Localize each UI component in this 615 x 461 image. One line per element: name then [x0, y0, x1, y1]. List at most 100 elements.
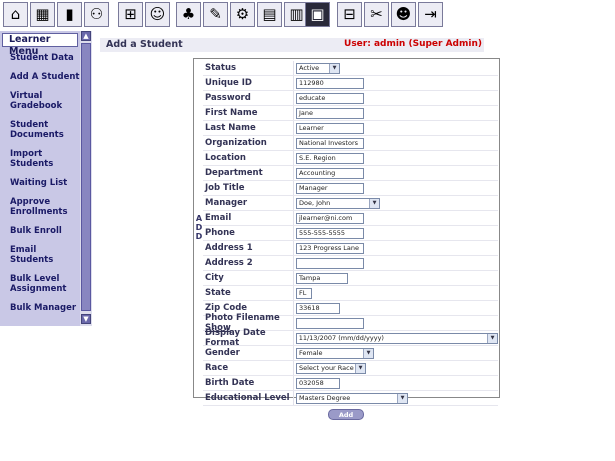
gradebook-icon[interactable]: ▦ — [30, 2, 55, 27]
row-education: Educational Level Masters Degree ▼ — [203, 391, 498, 406]
toolbar-group-3: ♣ ✎ ⚙ ▤ ▥ — [176, 2, 309, 28]
race-select[interactable]: Select your Race ▼ — [296, 362, 366, 374]
network-icon[interactable]: ⊟ — [337, 2, 362, 27]
row-last-name: Last Name Learner — [203, 121, 498, 136]
row-address1: Address 1 123 Progress Lane — [203, 241, 498, 256]
menu-item-email-students[interactable]: Email Students — [0, 245, 55, 265]
race-label: Race — [205, 363, 229, 373]
add-student-form: A D D Status Active ▼ Unique ID 112980 Pa… — [193, 58, 500, 406]
photo-field[interactable] — [296, 317, 364, 329]
toolbar: ⌂ ▦ ▮ ⚇ ⊞ ☺ ♣ ✎ ⚙ ▤ ▥ ▣ ⊟ ✂ ☻ ⇥ — [0, 0, 615, 30]
password-field[interactable]: educate — [296, 92, 364, 104]
date-format-label: Display Date Format — [205, 328, 266, 348]
row-manager: Manager Doe, John ▼ — [203, 196, 498, 211]
last-name-label: Last Name — [205, 123, 256, 133]
books-icon[interactable]: ▤ — [257, 2, 282, 27]
department-label: Department — [205, 168, 263, 178]
organization-field[interactable]: National Investors — [296, 137, 364, 149]
people-icon[interactable]: ⚇ — [84, 2, 109, 27]
row-unique-id: Unique ID 112980 — [203, 76, 498, 91]
state-label: State — [205, 288, 231, 298]
logout-icon[interactable]: ⇥ — [418, 2, 443, 27]
group-icon[interactable]: ♣ — [176, 2, 201, 27]
row-organization: Organization National Investors — [203, 136, 498, 151]
row-email: Email jlearner@ni.com — [203, 211, 498, 226]
menu-item-approve-enrollments[interactable]: Approve Enrollments — [0, 197, 70, 217]
job-title-field[interactable]: Manager — [296, 182, 364, 194]
row-status: Status Active ▼ — [203, 61, 498, 76]
tools-icon[interactable]: ⚙ — [230, 2, 255, 27]
status-select[interactable]: Active ▼ — [296, 62, 340, 74]
scissors-icon[interactable]: ✂ — [364, 2, 389, 27]
pen-icon[interactable]: ✎ — [203, 2, 228, 27]
organization-label: Organization — [205, 138, 267, 148]
users-icon[interactable]: ☺ — [145, 2, 170, 27]
address1-field[interactable]: 123 Progress Lane — [296, 242, 364, 254]
row-state: State FL — [203, 286, 498, 301]
toolbar-group-2: ⊞ ☺ — [118, 2, 170, 28]
password-label: Password — [205, 93, 251, 103]
menu-item-waiting-list[interactable]: Waiting List — [0, 178, 80, 188]
add-button[interactable]: Add — [328, 409, 364, 420]
department-field[interactable]: Accounting — [296, 167, 364, 179]
org-chart-icon[interactable]: ⊞ — [118, 2, 143, 27]
row-address2: Address 2 — [203, 256, 498, 271]
city-field[interactable]: Tampa — [296, 272, 348, 284]
email-field[interactable]: jlearner@ni.com — [296, 212, 364, 224]
row-date-format: Display Date Format 11/13/2007 (mm/dd/yy… — [203, 328, 498, 348]
birth-date-field[interactable]: 032058 — [296, 377, 340, 389]
manager-label: Manager — [205, 198, 248, 208]
gender-select[interactable]: Female ▼ — [296, 347, 374, 359]
row-gender: Gender Female ▼ — [203, 346, 498, 361]
row-password: Password educate — [203, 91, 498, 106]
first-name-label: First Name — [205, 108, 258, 118]
education-label: Educational Level — [205, 393, 290, 403]
sidebar-scrollbar[interactable]: ▲ ▼ — [80, 31, 92, 326]
phone-label: Phone — [205, 228, 235, 238]
row-location: Location S.E. Region — [203, 151, 498, 166]
menu-item-add-student[interactable]: Add A Student — [0, 72, 80, 82]
address2-field[interactable] — [296, 257, 364, 269]
manager-select[interactable]: Doe, John ▼ — [296, 197, 380, 209]
row-birth-date: Birth Date 032058 — [203, 376, 498, 391]
admin-icon[interactable]: ☻ — [391, 2, 416, 27]
menu-items: Student Data Add A Student Virtual Grade… — [0, 47, 80, 313]
title-bar: Add a Student User: admin (Super Admin) — [100, 38, 484, 52]
address1-label: Address 1 — [205, 243, 253, 253]
unique-id-field[interactable]: 112980 — [296, 77, 364, 89]
scroll-thumb[interactable] — [81, 43, 91, 311]
toolbar-group-5: ⊟ ✂ ☻ ⇥ — [337, 2, 443, 28]
add-side-label: A D D — [195, 214, 203, 241]
phone-field[interactable]: 555-555-5555 — [296, 227, 364, 239]
menu-item-virtual-gradebook[interactable]: Virtual Gradebook — [0, 91, 70, 111]
scroll-up-icon[interactable]: ▲ — [81, 31, 91, 41]
menu-item-student-data[interactable]: Student Data — [0, 53, 80, 63]
education-select[interactable]: Masters Degree ▼ — [296, 392, 408, 404]
chevron-down-icon: ▼ — [397, 393, 407, 403]
last-name-field[interactable]: Learner — [296, 122, 364, 134]
location-field[interactable]: S.E. Region — [296, 152, 364, 164]
menu-item-import-students[interactable]: Import Students — [0, 149, 60, 169]
menu-item-bulk-enroll[interactable]: Bulk Enroll — [0, 226, 80, 236]
menu-item-student-documents[interactable]: Student Documents — [0, 120, 70, 140]
zip-label: Zip Code — [205, 303, 248, 313]
house-icon[interactable]: ⌂ — [3, 2, 28, 27]
reports-icon[interactable]: ▣ — [305, 2, 330, 27]
status-label: Status — [205, 63, 237, 73]
book-icon[interactable]: ▮ — [57, 2, 82, 27]
menu-header: Learner Menu — [2, 33, 78, 57]
scroll-down-icon[interactable]: ▼ — [81, 314, 91, 324]
state-field[interactable]: FL — [296, 287, 312, 299]
birth-date-label: Birth Date — [205, 378, 255, 388]
date-format-select[interactable]: 11/13/2007 (mm/dd/yyyy) ▼ — [295, 332, 498, 344]
menu-item-bulk-level-assignment[interactable]: Bulk Level Assignment — [0, 274, 70, 294]
toolbar-group-1: ⌂ ▦ ▮ ⚇ — [3, 2, 109, 28]
first-name-field[interactable]: Jane — [296, 107, 364, 119]
city-label: City — [205, 273, 224, 283]
page-title: Add a Student — [106, 39, 183, 50]
chevron-down-icon: ▼ — [355, 363, 365, 373]
row-race: Race Select your Race ▼ — [203, 361, 498, 376]
row-job-title: Job Title Manager — [203, 181, 498, 196]
menu-item-bulk-manager[interactable]: Bulk Manager — [0, 303, 80, 313]
zip-field[interactable]: 33618 — [296, 302, 340, 314]
